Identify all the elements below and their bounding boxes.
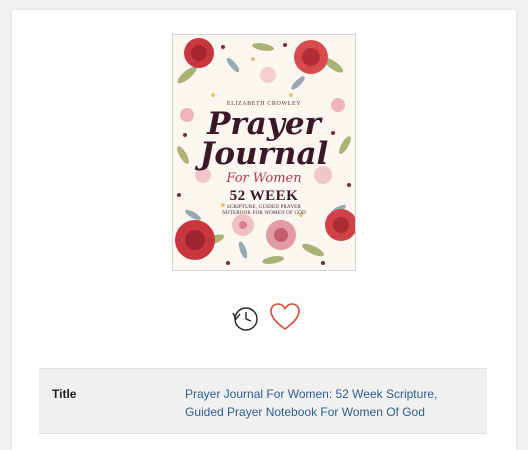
cover-week: 52 WEEK	[229, 188, 299, 204]
title-value-link[interactable]: Prayer Journal For Women: 52 Week Script…	[185, 385, 475, 421]
history-clock-icon[interactable]	[228, 300, 262, 334]
cover-title-line2: Journal	[199, 136, 329, 172]
title-label: Title	[52, 387, 77, 401]
cover-subtitle: For Women	[226, 171, 302, 186]
product-card: ELIZABETH CROWLEY Prayer Journal For Wom…	[12, 10, 516, 450]
cover-tagline-line1: SCRIPTURE, GUIDED PRAYER	[227, 205, 301, 210]
details-table-row: Title Prayer Journal For Women: 52 Week …	[39, 368, 487, 434]
book-cover-image[interactable]: ELIZABETH CROWLEY Prayer Journal For Wom…	[172, 34, 356, 271]
title-value-line1[interactable]: Prayer Journal For Women: 52 Week Script…	[185, 385, 475, 403]
title-value-line2[interactable]: Guided Prayer Notebook For Women Of God	[185, 403, 475, 421]
heart-outline-icon[interactable]	[268, 300, 302, 334]
cover-tagline-line2: NOTEBOOK FOR WOMEN OF GOD	[222, 211, 306, 216]
